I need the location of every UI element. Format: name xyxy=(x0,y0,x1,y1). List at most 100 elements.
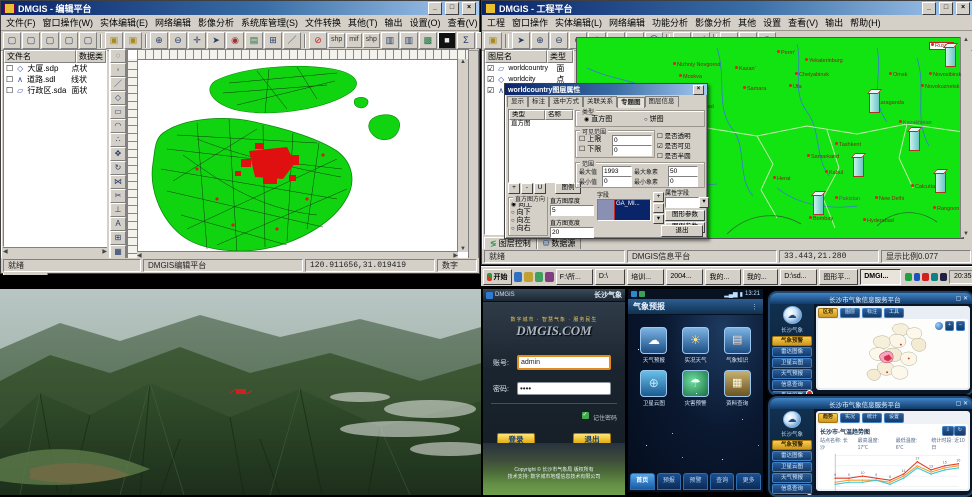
black-icon[interactable]: ■ xyxy=(438,32,456,49)
file-row-road[interactable]: ☐∧ 道路.sdl 线状 xyxy=(4,74,106,85)
shanghai-map-canvas[interactable] xyxy=(137,59,468,262)
radio-histogram[interactable]: ◉ 直方图 xyxy=(584,116,612,124)
mif-chip[interactable]: mif xyxy=(346,33,361,48)
select-icon[interactable]: ➤ xyxy=(512,32,530,49)
password-input[interactable]: •••• xyxy=(517,382,611,395)
file-row-building[interactable]: ☐◇ 大厦.sdp 点状 xyxy=(4,63,106,74)
file-col-type[interactable]: 数据类型 xyxy=(76,50,106,63)
open2-icon[interactable]: ▣ xyxy=(124,32,142,49)
radio-pie[interactable]: ○ 饼图 xyxy=(644,116,664,124)
shp2-chip[interactable]: shp xyxy=(363,33,380,48)
account-input[interactable]: admin xyxy=(517,355,611,370)
province-map-canvas[interactable]: + − xyxy=(818,319,968,388)
node-icon[interactable]: ∴ xyxy=(110,133,126,147)
win1-titlebar[interactable]: DMGIS - 编辑平台 _ □ × xyxy=(1,1,479,15)
file-col-name[interactable]: 文件名 xyxy=(4,50,76,63)
tab-stats[interactable]: 统计 xyxy=(862,413,882,423)
pan-icon[interactable]: ✛ xyxy=(188,32,206,49)
task-button[interactable]: 2004... xyxy=(666,269,703,285)
menu-radar[interactable]: 雷达图像 xyxy=(772,451,812,461)
thematic-list[interactable]: 类型 名称 直方图 xyxy=(508,109,574,183)
grid-icon[interactable]: ⊞ xyxy=(264,32,282,49)
menu-settings[interactable]: 设置(O) xyxy=(410,16,441,29)
tab-selection[interactable]: 选中方式 xyxy=(549,96,583,107)
quicklaunch-ie-icon[interactable] xyxy=(514,272,523,282)
menu-window[interactable]: 窗口操作(W) xyxy=(43,16,94,29)
tray-icon[interactable] xyxy=(905,273,912,281)
shp-chip[interactable]: shp xyxy=(328,33,345,48)
zoom-in-icon[interactable]: ⊕ xyxy=(150,32,168,49)
export-button[interactable]: ⇩ xyxy=(942,426,954,436)
move-icon[interactable]: ✥ xyxy=(110,147,126,161)
add-button[interactable]: + xyxy=(508,183,520,194)
menu-analysis[interactable]: 功能分析 xyxy=(652,16,688,29)
menu-file[interactable]: 文件(F) xyxy=(6,16,36,29)
attr-field-input[interactable] xyxy=(665,197,699,208)
menu-output[interactable]: 输出 xyxy=(385,16,403,29)
menu-view[interactable]: 查看(V) xyxy=(788,16,818,29)
tray-icon[interactable] xyxy=(940,273,947,281)
nav-warning[interactable]: 预警 xyxy=(683,473,708,490)
nav-home[interactable]: 首页 xyxy=(630,473,655,490)
exit-button[interactable]: 退出 xyxy=(661,225,703,237)
menu-query[interactable]: 信息查询 xyxy=(772,380,812,390)
menu-window[interactable]: 窗口操作 xyxy=(512,16,548,29)
print-icon[interactable]: ▥ xyxy=(381,32,399,49)
quicklaunch-media-icon[interactable] xyxy=(545,272,554,282)
zoom-out-icon[interactable]: − xyxy=(956,321,965,331)
menu-image-analysis[interactable]: 影像分析 xyxy=(198,16,234,29)
field-down-button[interactable]: ▾ xyxy=(653,214,664,224)
task-button[interactable]: 培训... xyxy=(627,269,664,285)
draw-line-icon[interactable]: ／ xyxy=(110,77,126,91)
tool-annotate[interactable]: 标注 xyxy=(862,308,882,318)
task-button[interactable]: F:\所... xyxy=(556,269,593,285)
draw-point-icon[interactable]: ◦ xyxy=(110,63,126,77)
tab-live[interactable]: 实况 xyxy=(840,413,860,423)
rotate-icon[interactable]: ↻ xyxy=(110,161,126,175)
draw-arc-icon[interactable]: ◠ xyxy=(110,119,126,133)
tab-display[interactable]: 显示 xyxy=(507,96,528,107)
select-icon[interactable]: ➤ xyxy=(207,32,225,49)
new3-icon[interactable]: ▢ xyxy=(41,32,59,49)
layer-col-type[interactable]: 类型 xyxy=(547,50,573,63)
radio-down[interactable]: ○ 向下 xyxy=(511,209,547,217)
menu-query[interactable]: 信息查询 xyxy=(772,484,812,494)
tool-layers[interactable]: 图层 xyxy=(840,308,860,318)
menu-entity-edit[interactable]: 实体编辑(L) xyxy=(555,16,602,29)
map-vscroll[interactable]: ▲▼ xyxy=(457,59,468,252)
menu-other[interactable]: 其他(T) xyxy=(348,16,378,29)
field-remove-button[interactable]: - xyxy=(653,203,664,213)
menu-satellite[interactable]: 卫星云图 xyxy=(772,462,812,472)
lower-check[interactable]: ☐ 下限 xyxy=(579,146,601,154)
thickness-input[interactable]: 5 xyxy=(550,205,594,216)
menu-warning[interactable]: 气象预警 xyxy=(772,336,812,346)
thematic-row-histogram[interactable]: 直方图 xyxy=(509,119,573,128)
halfcircle-check[interactable]: ☐ 是否半圆 xyxy=(657,150,691,160)
label-icon[interactable]: A xyxy=(110,217,126,231)
join-icon[interactable]: ⊥ xyxy=(110,203,126,217)
nav-more[interactable]: 更多 xyxy=(736,473,761,490)
tray-icon[interactable] xyxy=(914,273,921,281)
minimize-button[interactable]: _ xyxy=(428,2,442,15)
minimize-button[interactable]: _ xyxy=(922,2,936,15)
zoom-in-icon[interactable]: + xyxy=(945,321,954,331)
task-button-active[interactable]: DMGI... xyxy=(860,269,901,285)
quicklaunch-folder-icon[interactable] xyxy=(524,272,533,282)
field-selected[interactable]: GA_MI... xyxy=(615,200,650,220)
remember-checkbox[interactable]: ✓ xyxy=(582,412,589,419)
dropdown-icon[interactable]: ▾ xyxy=(699,197,709,208)
shape-params-button[interactable]: 图形参数 xyxy=(665,210,705,221)
file-row-district[interactable]: ☐▱ 行政区.sda 面状 xyxy=(4,85,106,96)
tab-annotation[interactable]: 标注 xyxy=(528,96,549,107)
menu-dots-icon[interactable]: ⋮ xyxy=(751,303,758,311)
new-icon[interactable]: ▢ xyxy=(3,32,21,49)
tray-icon[interactable] xyxy=(931,273,938,281)
tool-district[interactable]: 区划 xyxy=(818,308,838,318)
upper-check[interactable]: ☐ 上限 xyxy=(579,136,601,144)
layer-row-country[interactable]: ☑▱ worldcountry 面 xyxy=(485,63,573,74)
measure-icon[interactable]: ／ xyxy=(283,32,301,49)
radio-right[interactable]: ○ 向右 xyxy=(511,225,547,233)
stats-icon[interactable]: Σ xyxy=(457,32,475,49)
menu-satellite[interactable]: 卫星云图 xyxy=(772,358,812,368)
taskbar-clock[interactable]: 20:35 xyxy=(949,270,972,284)
